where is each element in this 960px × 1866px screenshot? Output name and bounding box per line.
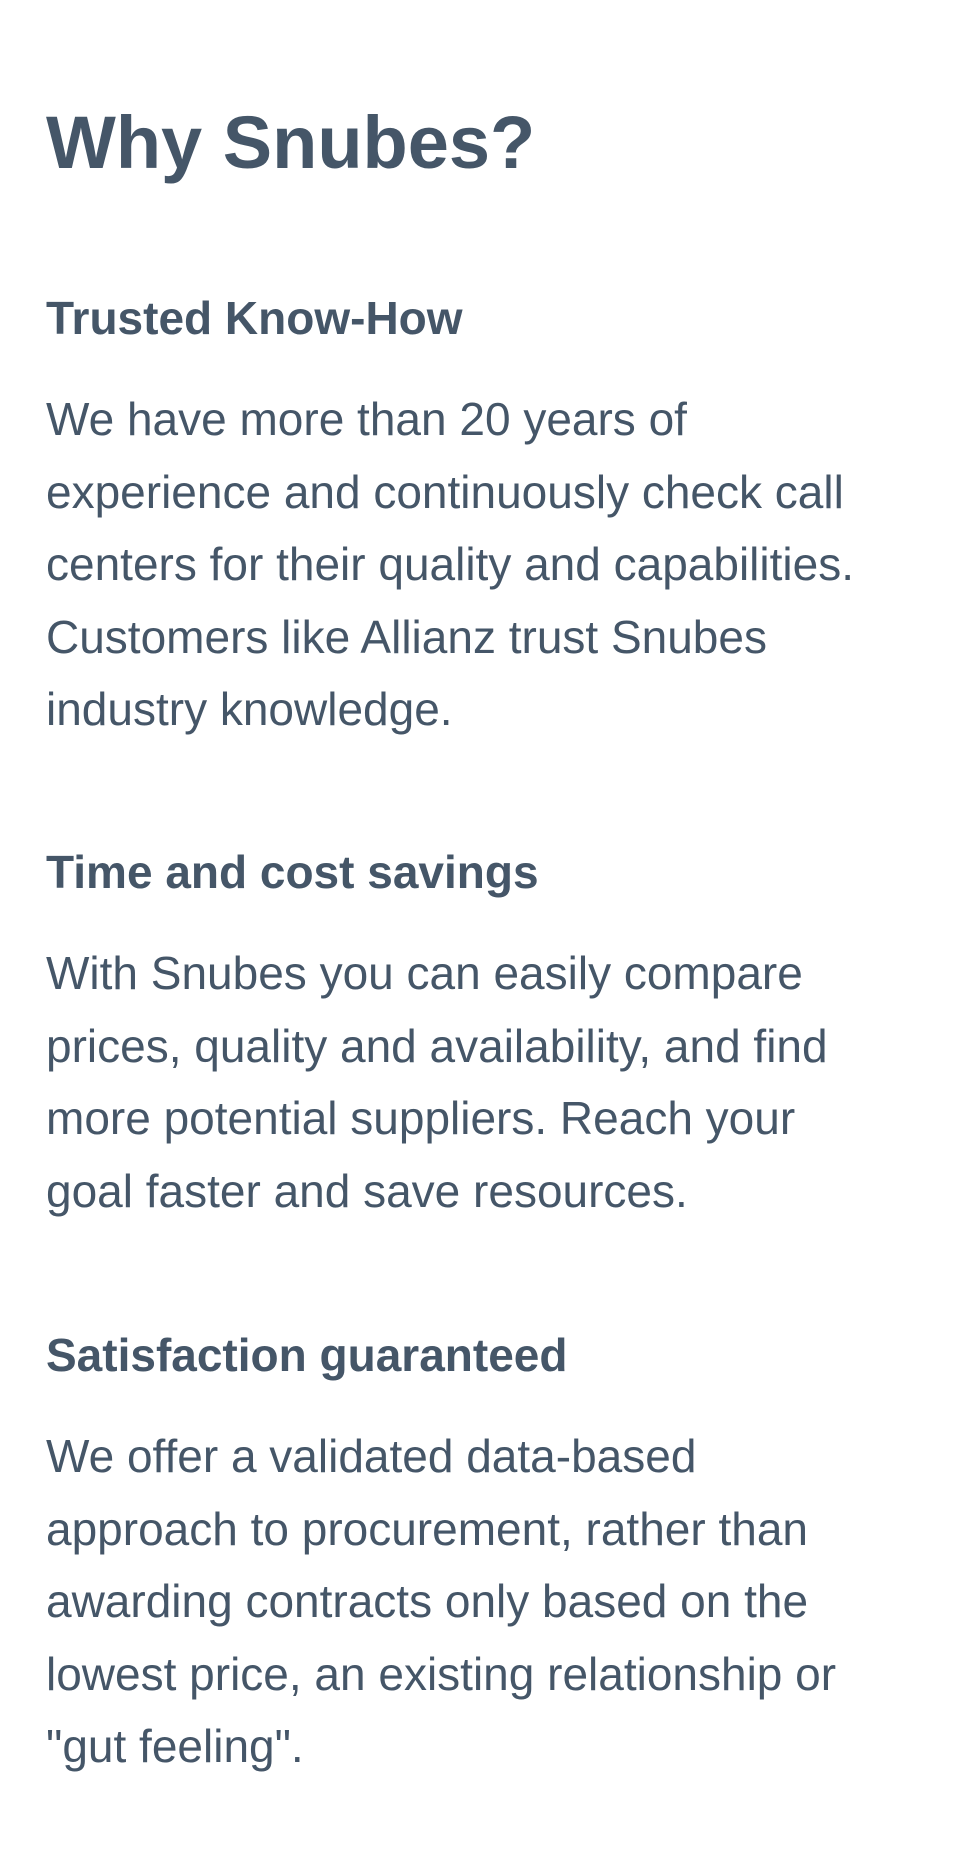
feature-heading: Trusted Know-How	[46, 292, 463, 344]
feature-heading: Time and cost savings	[46, 846, 539, 898]
feature-satisfaction-guaranteed: Satisfaction guaranteed We offer a valid…	[46, 1327, 926, 1783]
feature-time-and-cost-savings: Time and cost savings With Snubes you ca…	[46, 844, 926, 1227]
feature-description: We offer a validated data-based approach…	[46, 1430, 837, 1772]
feature-description: With Snubes you can easily compare price…	[46, 947, 828, 1217]
feature-description: We have more than 20 years of experience…	[46, 393, 854, 735]
page-title: Why Snubes?	[46, 101, 536, 184]
feature-trusted-know-how: Trusted Know-How We have more than 20 ye…	[46, 290, 926, 746]
feature-heading: Satisfaction guaranteed	[46, 1329, 568, 1381]
